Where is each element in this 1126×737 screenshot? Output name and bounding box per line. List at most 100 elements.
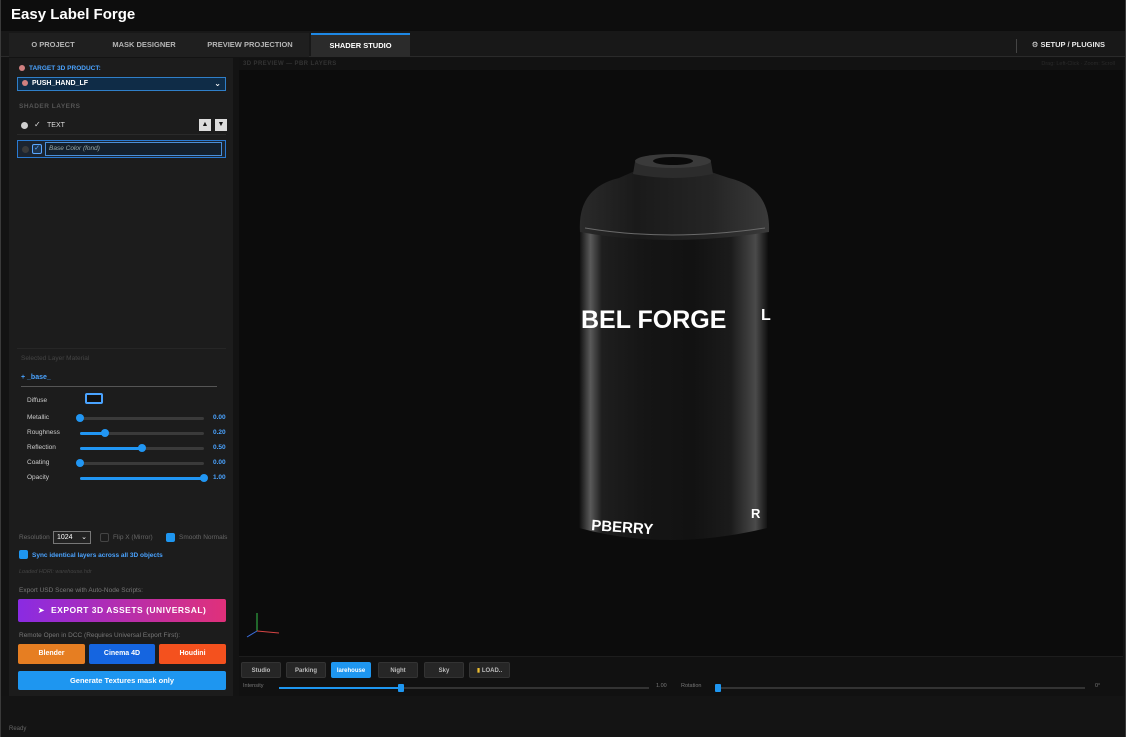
divider (21, 386, 217, 387)
slider-knob[interactable] (715, 684, 721, 692)
env-warehouse-button[interactable]: larehouse (331, 662, 371, 678)
product-icon (19, 65, 25, 71)
slider-knob[interactable] (76, 459, 84, 467)
status-text: Ready (9, 726, 27, 732)
export-label: EXPORT 3D ASSETS (UNIVERSAL) (50, 605, 207, 615)
bottle-opening (653, 157, 693, 165)
intensity-label: Intensity (243, 683, 264, 689)
coating-slider[interactable] (76, 459, 204, 467)
resolution-row: Resolution 1024 ⌄ Flip X (Mirror) Smooth… (19, 531, 233, 545)
bottle-label-side: L (761, 307, 771, 324)
material-title: Selected Layer Material (21, 355, 90, 362)
folder-icon: ▮ (476, 668, 481, 674)
tab-preview-projection[interactable]: PREVIEW PROJECTION (191, 33, 309, 57)
roughness-slider[interactable] (80, 429, 204, 437)
slider-knob[interactable] (138, 444, 146, 452)
rotation-label: Rotation (681, 683, 702, 689)
setup-divider (1016, 39, 1017, 53)
smooth-normals-checkbox[interactable] (166, 533, 175, 542)
resolution-select[interactable]: 1024 ⌄ (53, 531, 91, 544)
bottle-label-main: BEL FORGE (581, 306, 726, 334)
app-window: Easy Label Forge O PROJECT MASK DESIGNER… (0, 0, 1126, 737)
shader-layers-heading: SHADER LAYERS (19, 103, 81, 110)
move-down-button[interactable]: ▼ (215, 119, 227, 131)
bottle-model[interactable]: BEL FORGE L PBERRY R (239, 70, 1123, 656)
diffuse-label: Diffuse (27, 397, 48, 404)
material-name[interactable]: + _base_ (21, 374, 51, 381)
coating-value: 0.00 (213, 459, 226, 466)
chevron-down-icon: ⌄ (81, 534, 87, 541)
layer-name-input[interactable]: Base Color (fond) (45, 142, 222, 156)
export-3d-assets-button[interactable]: ➤ EXPORT 3D ASSETS (UNIVERSAL) (18, 599, 226, 622)
generate-textures-button[interactable]: Generate Textures mask only (18, 671, 226, 690)
preview-header: 3D PREVIEW — PBR LAYERS Drag: Left-Click… (239, 58, 1123, 70)
flip-x-checkbox[interactable] (100, 533, 109, 542)
coating-label: Coating (27, 459, 50, 466)
rotation-slider[interactable] (715, 684, 1085, 692)
env-studio-button[interactable]: Studio (241, 662, 281, 678)
slider-fill (80, 477, 204, 480)
blender-button[interactable]: Blender (18, 644, 85, 664)
gear-icon: ⚙ (1031, 40, 1039, 49)
cinema4d-button[interactable]: Cinema 4D (89, 644, 155, 664)
axis-gizmo-icon (246, 613, 280, 638)
sync-layers-row[interactable]: Sync identical layers across all 3D obje… (19, 550, 163, 559)
houdini-button[interactable]: Houdini (159, 644, 226, 664)
flip-x-label: Flip X (Mirror) (113, 534, 153, 541)
target-product-text: TARGET 3D PRODUCT: (29, 65, 101, 72)
smooth-normals-label: Smooth Normals (179, 534, 228, 541)
sync-label: Sync identical layers across all 3D obje… (32, 552, 163, 559)
env-load-button[interactable]: ▮ LOAD.. (469, 662, 510, 678)
diffuse-color-swatch[interactable] (85, 393, 103, 404)
target-product-label: TARGET 3D PRODUCT: (19, 65, 101, 72)
tab-shader-studio[interactable]: SHADER STUDIO (311, 33, 410, 57)
tab-mask-designer[interactable]: MASK DESIGNER (97, 33, 191, 57)
layer-row-base[interactable]: ✓ Base Color (fond) (17, 140, 226, 158)
env-parking-button[interactable]: Parking (286, 662, 326, 678)
intensity-value: 1.00 (656, 683, 667, 689)
check-icon[interactable]: ✓ (34, 120, 41, 129)
product-select[interactable]: PUSH_HAND_LF ⌄ (17, 77, 226, 91)
app-title: Easy Label Forge (11, 6, 136, 23)
hdri-status: Loaded HDRI: warehouse.hdr (19, 569, 92, 575)
slider-fill (279, 687, 402, 689)
metallic-slider[interactable] (76, 414, 204, 422)
setup-plugins-button[interactable]: ⚙ SETUP / PLUGINS (1032, 40, 1105, 49)
layer-name: TEXT (47, 122, 65, 129)
layer-checkbox[interactable]: ✓ (32, 144, 42, 154)
slider-knob[interactable] (100, 429, 109, 437)
slider-fill (80, 447, 142, 450)
visibility-toggle[interactable] (22, 146, 29, 153)
status-bar: Ready (1, 696, 1125, 737)
preview-hint: Drag: Left-Click · Zoom: Scroll (1041, 61, 1115, 67)
slider-knob[interactable] (398, 684, 405, 692)
opacity-label: Opacity (27, 474, 50, 481)
tab-bar: O PROJECT MASK DESIGNER PREVIEW PROJECTI… (1, 31, 1125, 57)
bottle-label-bottom-side: R (751, 506, 761, 521)
chevron-down-icon: ⌄ (214, 79, 221, 88)
slider-knob[interactable] (200, 474, 208, 482)
preview-title: 3D PREVIEW — PBR LAYERS (243, 61, 337, 67)
remote-open-label: Remote Open in DCC (Requires Universal E… (19, 632, 181, 639)
usd-export-label: Export USD Scene with Auto-Node Scripts: (19, 587, 143, 594)
preview-viewport[interactable]: 3D PREVIEW — PBR LAYERS Drag: Left-Click… (239, 58, 1123, 696)
visibility-toggle[interactable] (21, 122, 28, 129)
product-value: PUSH_HAND_LF (32, 80, 89, 87)
product-icon (22, 80, 28, 86)
intensity-slider[interactable] (279, 684, 649, 692)
opacity-slider[interactable] (80, 474, 208, 482)
env-night-button[interactable]: Night (378, 662, 418, 678)
layer-row-text[interactable]: ✓ TEXT ▲ ▼ (17, 117, 227, 135)
move-up-button[interactable]: ▲ (199, 119, 211, 131)
bottle-label-bottom: PBERRY (591, 517, 654, 538)
opacity-value: 1.00 (213, 474, 226, 481)
sync-checkbox[interactable] (19, 550, 28, 559)
rocket-icon: ➤ (37, 605, 46, 615)
slider-knob[interactable] (76, 414, 84, 422)
reflection-slider[interactable] (80, 444, 204, 452)
bottle-body (579, 228, 769, 540)
env-sky-button[interactable]: Sky (424, 662, 464, 678)
resolution-label: Resolution (19, 534, 50, 541)
metallic-value: 0.00 (213, 414, 226, 421)
tab-project[interactable]: O PROJECT (9, 33, 97, 57)
